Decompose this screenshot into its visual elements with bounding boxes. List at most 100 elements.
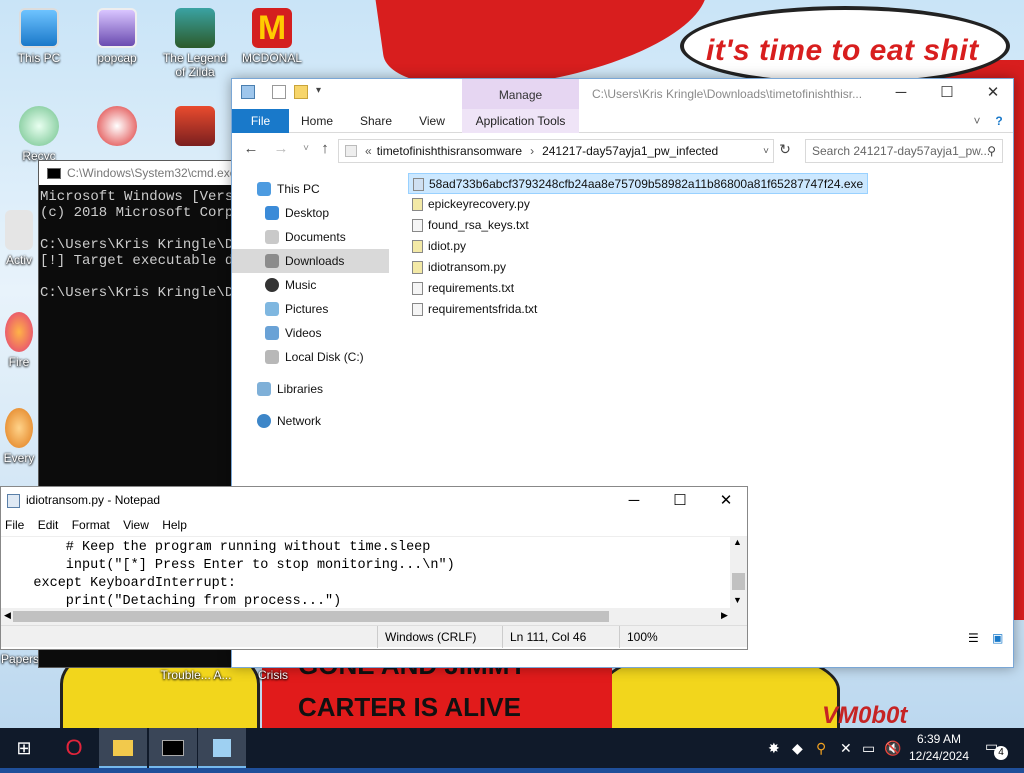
close-button[interactable]: ✕ <box>970 79 1016 109</box>
notification-count-badge: 4 <box>994 746 1008 760</box>
desktop-icon-this-pc[interactable]: This PC <box>1 8 77 65</box>
nav-item-pictures[interactable]: Pictures <box>232 297 389 321</box>
taskbar-clock[interactable]: 6:39 AM 12/24/2024 <box>904 731 974 765</box>
menu-edit[interactable]: Edit <box>38 518 59 532</box>
maximize-button[interactable]: ☐ <box>924 79 970 109</box>
plane-game-icon <box>97 106 137 146</box>
tab-file[interactable]: File <box>232 109 289 133</box>
chevron-right-icon: › <box>530 144 535 158</box>
address-bar[interactable]: « timetofinishthisransomware › 241217-da… <box>338 139 774 163</box>
file-item[interactable]: epickeyrecovery.py <box>408 194 868 215</box>
tab-application-tools[interactable]: Application Tools <box>462 109 579 133</box>
nav-item-music[interactable]: Music <box>232 273 389 297</box>
notepad-titlebar[interactable]: idiotransom.py - Notepad ─ ☐ ✕ <box>1 487 747 514</box>
notepad-editor[interactable]: # Keep the program running without time.… <box>1 536 747 611</box>
nav-item-downloads[interactable]: Downloads <box>232 249 389 273</box>
file-item[interactable]: requirements.txt <box>408 278 868 299</box>
properties-icon[interactable] <box>272 85 286 99</box>
network-tray-icon[interactable]: ✕ <box>840 740 852 757</box>
desktop-icon-mcdonal[interactable]: M MCDONAL <box>234 8 310 65</box>
nav-label: This PC <box>277 182 320 196</box>
drop-icon[interactable]: ◆ <box>792 740 803 757</box>
breadcrumb-part[interactable]: timetofinishthisransomware <box>377 144 522 158</box>
display-icon[interactable]: ▭ <box>862 740 875 757</box>
menu-help[interactable]: Help <box>162 518 187 532</box>
horizontal-scrollbar[interactable]: ◀ ▶ <box>1 608 747 625</box>
scroll-thumb[interactable] <box>13 611 609 622</box>
nav-item-desktop[interactable]: Desktop <box>232 201 389 225</box>
scroll-down-icon[interactable]: ▼ <box>733 595 742 605</box>
refresh-icon[interactable]: ↻ <box>776 140 794 158</box>
minimize-button[interactable]: ─ <box>878 79 924 109</box>
desktop-icon-firefox[interactable]: Fire <box>0 312 38 369</box>
desktop-icon-activ[interactable]: Activ <box>0 210 38 267</box>
search-icon[interactable]: ⚲ <box>816 740 826 757</box>
manage-tab[interactable]: Manage <box>462 79 579 109</box>
forward-icon[interactable]: → <box>272 140 290 158</box>
new-folder-icon[interactable] <box>294 85 308 99</box>
breadcrumb-part[interactable]: 241217-day57ayja1_pw_infected <box>542 144 718 158</box>
search-input[interactable]: Search 241217-day57ayja1_pw... ⚲ <box>805 139 1003 163</box>
nav-item-documents[interactable]: Documents <box>232 225 389 249</box>
desktop-icon-label: Activ <box>5 253 32 267</box>
taskbar-notepad[interactable] <box>198 728 246 768</box>
chevron-down-icon[interactable]: ˅ <box>968 109 986 133</box>
nav-item-libraries[interactable]: Libraries <box>232 377 389 401</box>
explorer-titlebar[interactable]: ▾ Manage C:\Users\Kris Kringle\Downloads… <box>232 79 1013 109</box>
nav-item-local-disk[interactable]: Local Disk (C:) <box>232 345 389 369</box>
taskbar-explorer[interactable] <box>99 728 147 768</box>
close-button[interactable]: ✕ <box>703 487 749 514</box>
zilda-game-icon <box>175 8 215 48</box>
minimize-button[interactable]: ─ <box>611 487 657 514</box>
opera-icon[interactable]: O <box>50 728 98 768</box>
scroll-up-icon[interactable]: ▲ <box>733 537 742 547</box>
up-icon[interactable]: ↑ <box>316 140 334 158</box>
taskbar-cmd[interactable] <box>149 728 197 768</box>
tab-view[interactable]: View <box>408 109 456 133</box>
app-tray-icon[interactable]: ✸ <box>768 740 780 757</box>
tab-share[interactable]: Share <box>350 109 402 133</box>
menu-file[interactable]: File <box>5 518 24 532</box>
file-item[interactable]: idiotransom.py <box>408 257 868 278</box>
desktop-icon-plane[interactable] <box>79 106 155 149</box>
scroll-left-icon[interactable]: ◀ <box>4 610 11 621</box>
chevron-down-icon[interactable]: ˅ <box>759 146 773 157</box>
menu-format[interactable]: Format <box>72 518 110 532</box>
recent-locations-icon[interactable]: ˅ <box>297 140 315 158</box>
desktop-icon-legend-of-zilda[interactable]: The Legend of Zilda <box>157 8 233 79</box>
nav-item-videos[interactable]: Videos <box>232 321 389 345</box>
file-item[interactable]: requirementsfrida.txt <box>408 299 868 320</box>
nav-item-network[interactable]: Network <box>232 409 389 433</box>
chevron-down-icon[interactable]: ▾ <box>316 85 330 99</box>
notepad-window[interactable]: idiotransom.py - Notepad ─ ☐ ✕ File Edit… <box>0 486 748 650</box>
desktop-icon-trouble[interactable]: Trouble... A... <box>156 668 236 682</box>
file-item[interactable]: found_rsa_keys.txt <box>408 215 868 236</box>
vertical-scrollbar[interactable]: ▲ ▼ <box>730 537 747 609</box>
notification-center-icon[interactable]: ▭ 4 <box>985 738 1008 760</box>
details-view-icon[interactable]: ☰ <box>968 631 979 645</box>
desktop-icon-popcap[interactable]: popcap <box>79 8 155 65</box>
desktop-icon-every[interactable]: Every <box>0 408 38 465</box>
menu-view[interactable]: View <box>123 518 149 532</box>
file-item[interactable]: 58ad733b6abcf3793248cfb24aa8e75709b58982… <box>408 173 869 194</box>
nav-item-this-pc[interactable]: This PC <box>232 177 389 201</box>
help-icon[interactable]: ? <box>988 109 1010 133</box>
scroll-thumb[interactable] <box>732 573 745 590</box>
file-item[interactable]: idiot.py <box>408 236 868 257</box>
back-icon[interactable]: ← <box>242 140 260 158</box>
scroll-right-icon[interactable]: ▶ <box>721 610 728 621</box>
large-icons-view-icon[interactable]: ▣ <box>992 631 1003 645</box>
computer-icon <box>19 8 59 48</box>
tab-home[interactable]: Home <box>292 109 342 133</box>
desktop-icon-papers[interactable]: Papers <box>0 652 40 666</box>
windows-start-icon[interactable]: ⊞ <box>0 728 48 768</box>
editor-content[interactable]: # Keep the program running without time.… <box>1 537 747 611</box>
desktop-icon-crisis[interactable]: Crisis <box>246 668 300 682</box>
desktop-icon-label: Papers <box>0 652 40 666</box>
maximize-button[interactable]: ☐ <box>657 487 703 514</box>
cmd-icon <box>47 167 61 179</box>
desktop-icon-recycle[interactable]: Recyc <box>1 106 77 163</box>
desktop-icon-angry-birds[interactable] <box>157 106 233 149</box>
volume-muted-icon[interactable]: 🔇 <box>884 740 901 757</box>
breadcrumb-overflow-icon[interactable]: « <box>365 144 372 158</box>
